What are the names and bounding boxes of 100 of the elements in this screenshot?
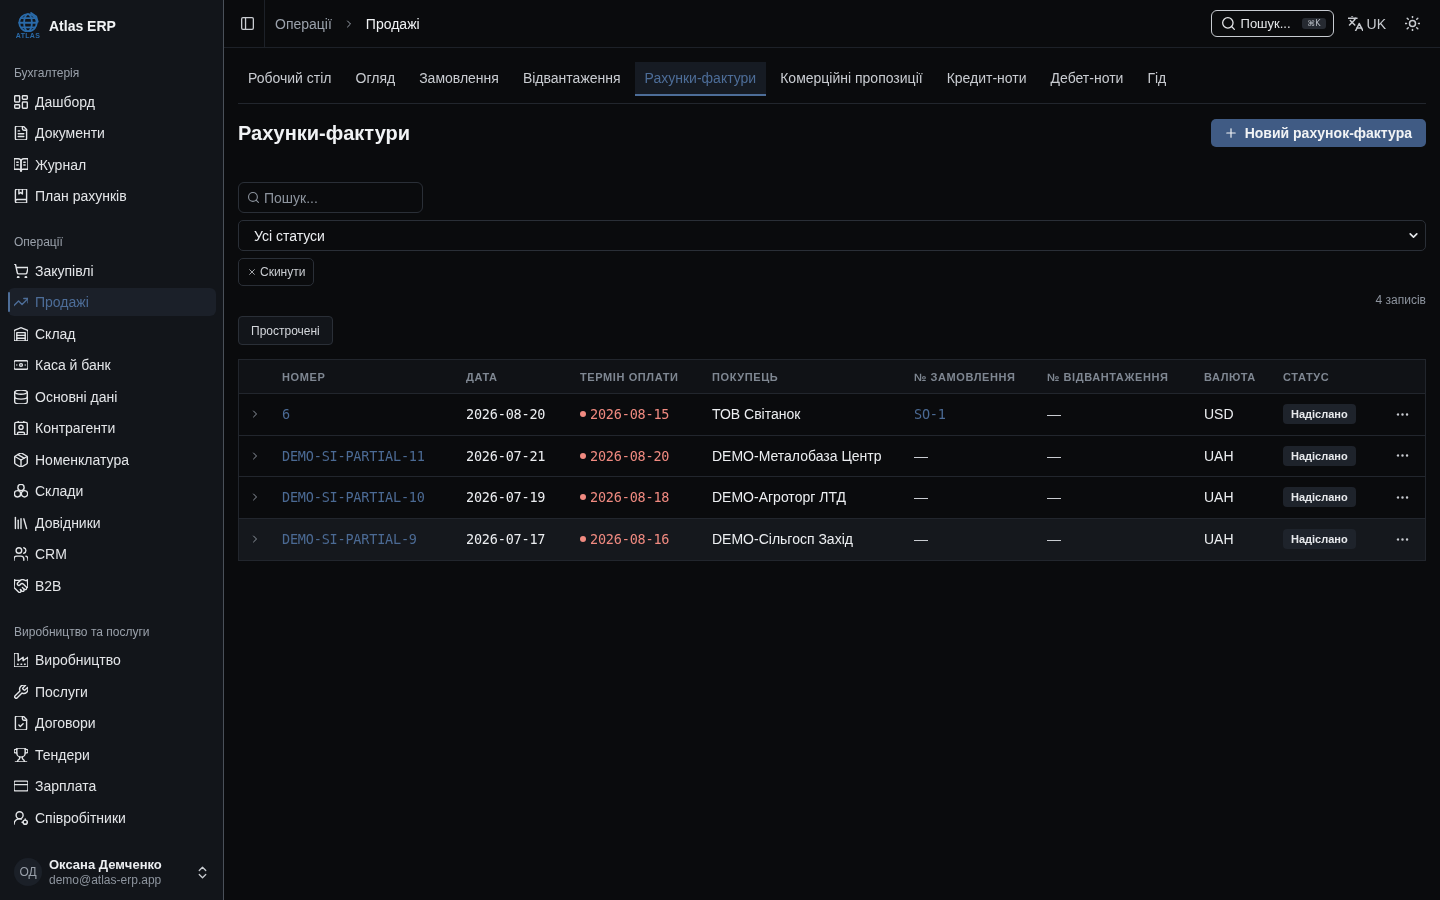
- sidebar-item[interactable]: Документи: [8, 119, 216, 147]
- invoice-date: 2026-07-19: [466, 489, 546, 506]
- sidebar-panel-icon[interactable]: [241, 17, 254, 30]
- column-header: ПОКУПЕЦЬ: [712, 370, 779, 383]
- circles-icon: [14, 484, 28, 498]
- overdue-dot-icon: [580, 536, 586, 543]
- table-cell: —: [914, 531, 928, 548]
- invoice-number-link[interactable]: DEMO-SI-PARTIAL-11: [282, 447, 425, 464]
- table-row[interactable]: 6 2026-08-20 2026-08-15 ТОВ Світанок SO-1 — USD Надіслано: [239, 394, 1425, 436]
- sidebar-item[interactable]: Номенклатура: [8, 445, 216, 474]
- column-header: НОМЕР: [282, 370, 326, 383]
- trend-up-icon: [14, 295, 28, 309]
- invoice-number-link[interactable]: 6: [282, 406, 290, 423]
- grid-icon: [14, 94, 28, 109]
- tab[interactable]: Дебет-ноти: [1040, 62, 1134, 96]
- table-row[interactable]: DEMO-SI-PARTIAL-10 2026-07-19 2026-08-18 DEMO-Агроторг ЛТД — — UAH Надіслано: [239, 477, 1425, 519]
- buyer-name: DEMO-Металобаза Центр: [712, 447, 882, 464]
- sidebar-item[interactable]: Закупівлі: [8, 256, 216, 285]
- sidebar-item[interactable]: CRM: [8, 540, 216, 568]
- sidebar-item[interactable]: Основні дані: [8, 382, 216, 411]
- column-header: ДАТА: [466, 370, 498, 383]
- sidebar-section-title: Бухгалтерія: [13, 65, 81, 82]
- contact-card-icon: [14, 421, 28, 435]
- column-header: СТАТУС: [1283, 370, 1330, 383]
- table-cell: —: [914, 489, 928, 506]
- language-button[interactable]: UK: [1347, 15, 1386, 32]
- status-badge: Надіслано: [1283, 445, 1356, 466]
- table-cell: —: [1047, 406, 1061, 423]
- sidebar-item[interactable]: Довідники: [8, 508, 216, 537]
- status-select[interactable]: Усі статуси: [238, 220, 1426, 251]
- search-icon: [248, 192, 259, 203]
- tab[interactable]: Гід: [1137, 62, 1177, 96]
- tab[interactable]: Робочий стіл: [238, 62, 342, 96]
- table-cell: —: [1047, 531, 1061, 548]
- table-cell: —: [1047, 489, 1061, 506]
- close-icon: [248, 268, 256, 276]
- buyer-name: DEMO-Агроторг ЛТД: [712, 489, 846, 506]
- open-book-icon: [14, 157, 28, 172]
- chevrons-up-down-icon: [196, 865, 209, 879]
- sidebar-item[interactable]: План рахунків: [8, 182, 216, 210]
- plus-icon: [1224, 127, 1237, 139]
- sun-icon[interactable]: [1405, 16, 1420, 31]
- order-link[interactable]: SO-1: [914, 406, 946, 423]
- tab[interactable]: Комерційні пропозиції: [770, 62, 933, 96]
- due-date: 2026-08-16: [590, 531, 670, 548]
- sidebar-item[interactable]: Послуги: [8, 677, 216, 706]
- sidebar-item[interactable]: Контрагенти: [8, 414, 216, 442]
- reset-button[interactable]: Скинути: [238, 258, 315, 286]
- wrench-icon: [14, 684, 28, 699]
- invoice-number-link[interactable]: DEMO-SI-PARTIAL-10: [282, 489, 425, 506]
- sidebar-item[interactable]: Договори: [8, 709, 216, 737]
- users-icon: [14, 547, 28, 561]
- sidebar-section-title: Виробництво та послуги: [13, 623, 151, 641]
- sidebar-item[interactable]: Склади: [8, 477, 216, 505]
- sidebar-item[interactable]: Дашборд: [8, 87, 216, 116]
- app-name: Atlas ERP: [49, 18, 116, 34]
- warehouse-icon: [14, 326, 28, 341]
- invoice-date: 2026-08-20: [466, 406, 546, 423]
- chevron-down-icon: [1408, 230, 1419, 241]
- breadcrumb-item[interactable]: Операції: [275, 15, 332, 32]
- search-field[interactable]: Пошук...: [238, 182, 423, 213]
- table-row[interactable]: DEMO-SI-PARTIAL-9 2026-07-17 2026-08-16 DEMO-Сільгосп Захід — — UAH Надіслано: [239, 518, 1425, 560]
- cart-icon: [14, 263, 28, 278]
- currency: USD: [1204, 406, 1234, 423]
- sidebar-item[interactable]: Журнал: [8, 150, 216, 179]
- buyer-name: DEMO-Сільгосп Захід: [712, 531, 853, 548]
- tab[interactable]: Огляд: [345, 62, 406, 96]
- tab[interactable]: Відвантаження: [512, 62, 631, 96]
- chevron-right-icon[interactable]: [250, 534, 260, 545]
- quick-filter-button[interactable]: Прострочені: [238, 316, 333, 345]
- search-icon: [1221, 17, 1235, 30]
- overdue-dot-icon: [580, 411, 586, 418]
- new-invoice-button[interactable]: Новий рахунок-фактура: [1210, 119, 1426, 147]
- credit-card-icon: [14, 779, 28, 793]
- table-cell: —: [1047, 447, 1061, 464]
- sidebar-item[interactable]: Тендери: [8, 740, 216, 769]
- tab[interactable]: Замовлення: [409, 62, 509, 96]
- sidebar-section-title: Операції: [13, 234, 64, 251]
- sidebar-item[interactable]: Співробітники: [8, 803, 216, 832]
- due-date: 2026-08-20: [590, 447, 670, 464]
- user-gear-icon: [14, 810, 28, 825]
- trophy-icon: [14, 747, 28, 762]
- table-row[interactable]: DEMO-SI-PARTIAL-11 2026-07-21 2026-08-20 DEMO-Металобаза Центр — — UAH Надіслано: [239, 435, 1425, 477]
- sidebar-item[interactable]: Каса й банк: [8, 351, 216, 379]
- sidebar-item[interactable]: B2B: [8, 571, 216, 600]
- currency: UAH: [1204, 531, 1234, 548]
- invoice-date: 2026-07-21: [466, 447, 546, 464]
- user-avatar: ОД: [14, 858, 42, 886]
- tab[interactable]: Кредит-ноти: [936, 62, 1037, 96]
- page-title: Рахунки-фактури: [238, 121, 411, 145]
- due-date: 2026-08-15: [590, 406, 670, 423]
- search-button[interactable]: Пошук... ⌘K: [1210, 10, 1334, 37]
- breadcrumb-item: Продажі: [365, 15, 420, 32]
- box-icon: [14, 452, 28, 467]
- sidebar-item[interactable]: Виробництво: [8, 646, 216, 674]
- shortcut-hint: ⌘K: [1302, 18, 1326, 29]
- sidebar-item[interactable]: Зарплата: [8, 772, 216, 800]
- column-header: ВАЛЮТА: [1204, 370, 1256, 383]
- sidebar-item[interactable]: Склад: [8, 319, 216, 348]
- status-badge: Надіслано: [1283, 404, 1356, 425]
